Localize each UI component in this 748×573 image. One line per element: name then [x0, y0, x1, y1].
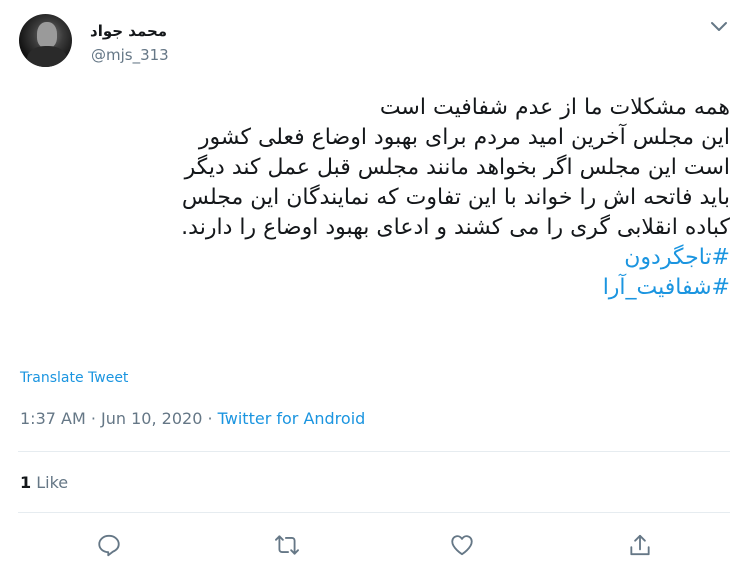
tweet-meta: 1:37 AM · Jun 10, 2020 · Twitter for And…: [20, 409, 365, 428]
meta-separator: ·: [202, 409, 218, 428]
divider: [18, 451, 730, 452]
avatar-face: [37, 22, 57, 48]
meta-separator: ·: [85, 409, 102, 428]
hashtag-link[interactable]: #شفافیت_آرا: [28, 273, 730, 303]
tweet-line: است این مجلس اگر بخواهد مانند مجلس قبل ع…: [184, 155, 730, 180]
user-handle[interactable]: @mjs_313: [91, 46, 169, 64]
share-icon[interactable]: [627, 532, 653, 558]
reply-icon[interactable]: [96, 532, 122, 558]
translate-tweet-link[interactable]: Translate Tweet: [20, 370, 128, 386]
likes-label: Like: [36, 473, 69, 492]
display-name[interactable]: محمد جواد: [90, 22, 167, 40]
tweet-line: این مجلس آخرین امید مردم برای بهبود اوضا…: [198, 125, 730, 150]
avatar-body: [27, 46, 67, 67]
retweet-icon[interactable]: [274, 532, 300, 558]
hashtag-link[interactable]: #تاجگردون: [28, 243, 730, 273]
heart-icon[interactable]: [449, 532, 475, 558]
tweet-line: باید فاتحه اش را خواند با این تفاوت که ن…: [181, 185, 730, 210]
likes-count[interactable]: 1 Like: [20, 473, 68, 492]
tweet-source-link[interactable]: Twitter for Android: [218, 409, 366, 428]
likes-number: 1: [20, 473, 32, 492]
tweet-line: همه مشکلات ما از عدم شفافیت است: [379, 95, 730, 120]
tweet-line: کباده انقلابی گری را می کشند و ادعای بهب…: [181, 215, 730, 240]
tweet-text: همه مشکلات ما از عدم شفافیت است این مجلس…: [28, 93, 730, 303]
divider: [18, 512, 730, 513]
tweet-date[interactable]: Jun 10, 2020: [101, 409, 202, 428]
avatar[interactable]: [19, 14, 72, 67]
chevron-down-icon[interactable]: [708, 18, 730, 36]
tweet-time[interactable]: 1:37 AM: [20, 409, 86, 428]
